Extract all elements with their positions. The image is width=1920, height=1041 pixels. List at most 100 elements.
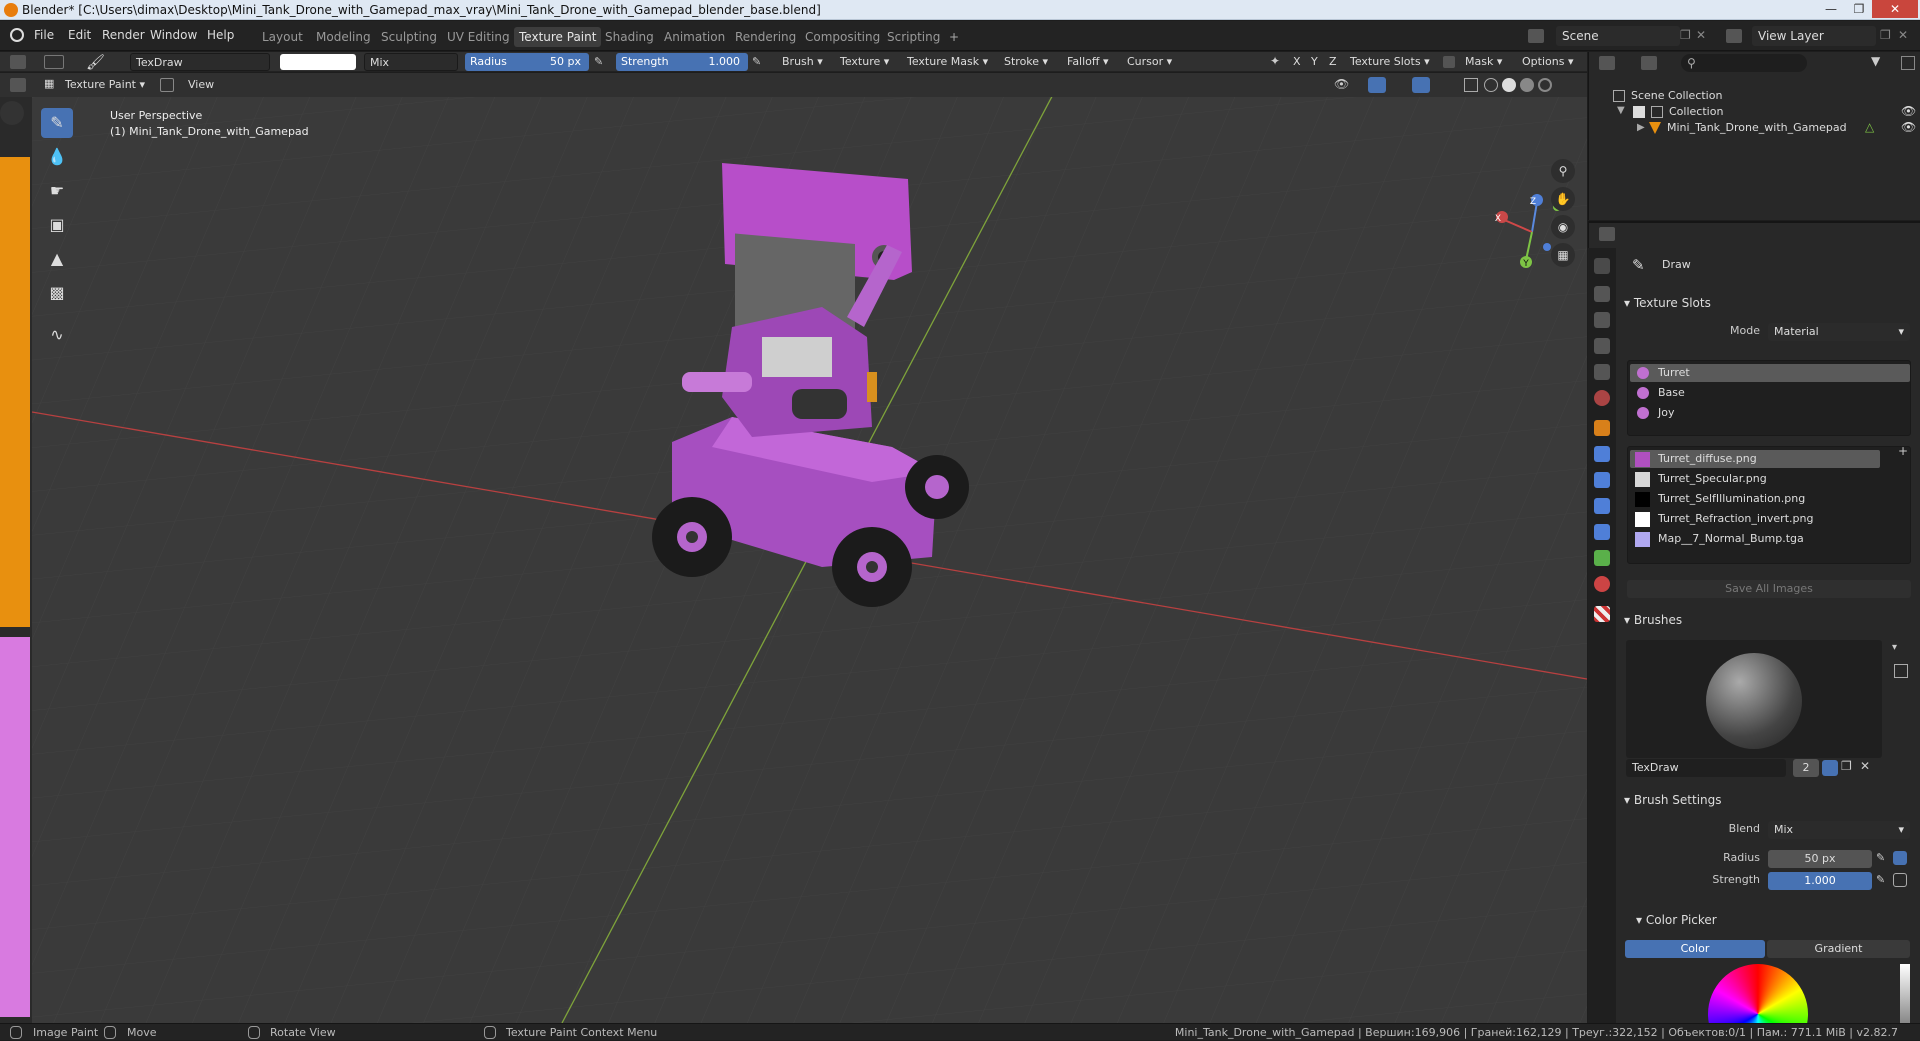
mirror-z-toggle[interactable]: Z [1324,53,1342,71]
uv-editor-strip[interactable] [0,97,32,1023]
menu-render[interactable]: Render [102,28,145,42]
tab-rendering[interactable]: Rendering [730,27,801,47]
render-tab-icon[interactable] [1594,286,1610,302]
falloff-menu[interactable]: Falloff ▾ [1062,53,1114,71]
modifiers-tab-icon[interactable] [1594,446,1610,462]
constraints-tab-icon[interactable] [1594,524,1610,540]
scene-icon[interactable] [1528,29,1544,43]
physics-tab-icon[interactable] [1594,498,1610,514]
strength-unit-icon[interactable] [1893,873,1907,887]
image-slot-row[interactable]: Map__7_Normal_Bump.tga [1630,530,1880,548]
brush-image-icon[interactable] [1894,664,1908,678]
add-texture-icon[interactable]: + [1898,444,1908,458]
outliner-type-icon[interactable] [1599,56,1615,70]
gradient-tab[interactable]: Gradient [1767,940,1910,958]
blend-dropdown-field[interactable]: Mix ▾ [1768,821,1910,839]
mode-dropdown-field[interactable]: Material ▾ [1768,323,1910,341]
mirror-y-toggle[interactable]: Y [1306,53,1323,71]
overlays-toggle-icon[interactable] [1412,77,1430,93]
add-workspace-icon[interactable]: + [944,27,964,47]
view-menu[interactable]: View [183,76,219,94]
fill-tool-icon[interactable]: ▲ [41,244,73,274]
mesh-data-icon[interactable]: △ [1865,120,1874,134]
cursor-menu[interactable]: Cursor ▾ [1122,53,1177,71]
uv-editor-icon[interactable] [10,78,26,92]
object-expand-icon[interactable]: ▶ [1637,122,1645,133]
texture-slots-panel-header[interactable]: ▾ Texture Slots [1624,293,1711,313]
texture-menu[interactable]: Texture ▾ [835,53,894,71]
tab-modeling[interactable]: Modeling [311,27,376,47]
wireframe-shading-icon[interactable] [1484,78,1498,92]
duplicate-brush-icon[interactable]: ❐ [1841,759,1852,773]
solid-shading-icon[interactable] [1502,78,1516,92]
mask-menu[interactable]: Mask ▾ [1460,53,1507,71]
mask-tool-icon[interactable]: ▩ [41,278,73,308]
scene-remove-icon[interactable]: ✕ [1696,28,1706,42]
view-layer-field[interactable]: View Layer [1752,26,1876,46]
tool-settings-icon[interactable] [44,55,64,69]
scene-new-icon[interactable]: ❐ [1680,28,1691,42]
editor-type-icon[interactable] [10,55,26,69]
object-visibility-icon[interactable]: 👁 [1901,120,1916,134]
world-tab-icon[interactable] [1594,390,1610,406]
symmetry-icon[interactable]: ✦ [1270,54,1280,68]
scene-collection-label[interactable]: Scene Collection [1631,89,1722,102]
brush-color-swatch[interactable] [280,54,356,70]
xray-toggle-icon[interactable] [1464,78,1478,92]
strength-field[interactable]: 1.000 [1768,872,1872,890]
particles-tab-icon[interactable] [1594,472,1610,488]
gizmo-toggle-icon[interactable] [1368,77,1386,93]
scene-tab-icon[interactable] [1594,364,1610,380]
tab-compositing[interactable]: Compositing [800,27,885,47]
soften-tool-icon[interactable]: 💧 [41,142,73,172]
brush-expand-icon[interactable]: ▾ [1892,642,1897,653]
tab-sculpting[interactable]: Sculpting [376,27,442,47]
brush-menu[interactable]: Brush ▾ [777,53,828,71]
texture-mask-menu[interactable]: Texture Mask ▾ [902,53,993,71]
draw-tool-icon[interactable]: ✎ [41,108,73,138]
view-layer-remove-icon[interactable]: ✕ [1898,28,1908,42]
close-icon[interactable]: ✕ [1872,0,1918,18]
radius-field[interactable]: 50 px [1768,850,1872,868]
blender-menu-icon[interactable] [10,28,24,42]
image-slot-row[interactable]: Turret_SelfIllumination.png [1630,490,1880,508]
options-menu[interactable]: Options ▾ [1517,53,1578,71]
tab-texture-paint[interactable]: Texture Paint [514,27,602,47]
display-mode-icon[interactable] [1641,56,1657,70]
material-tab-icon[interactable] [1594,576,1610,592]
tab-layout[interactable]: Layout [257,27,308,47]
image-slot-row[interactable]: Turret_Specular.png [1630,470,1880,488]
zoom-icon[interactable]: ⚲ [1551,159,1575,183]
brush-users-count[interactable]: 2 [1793,759,1819,777]
material-slot-base[interactable]: Base [1630,384,1910,402]
output-tab-icon[interactable] [1594,312,1610,328]
outliner-search-input[interactable]: ⚲ [1681,54,1807,72]
menu-file[interactable]: File [34,28,54,42]
maximize-icon[interactable]: ❐ [1846,0,1872,18]
scene-field[interactable]: Scene [1556,26,1680,46]
image-slot-row[interactable]: Turret_Refraction_invert.png [1630,510,1880,528]
texture-slots-menu[interactable]: Texture Slots ▾ [1345,53,1435,71]
pan-hand-icon[interactable]: ✋ [1551,187,1575,211]
tab-uv-editing[interactable]: UV Editing [442,27,515,47]
object-tab-icon[interactable] [1594,420,1610,436]
brush-preview-box[interactable] [1626,640,1882,758]
material-slot-turret[interactable]: Turret [1630,364,1910,382]
data-tab-icon[interactable] [1594,550,1610,566]
brushes-panel-header[interactable]: ▾ Brushes [1624,610,1682,630]
tool-tab-icon[interactable] [1594,258,1610,274]
blend-dropdown[interactable]: Mix [364,53,458,71]
collection-checkbox[interactable] [1633,106,1645,118]
object-label[interactable]: Mini_Tank_Drone_with_Gamepad [1667,121,1847,134]
material-shading-icon[interactable] [1520,78,1534,92]
brush-name-input[interactable]: TexDraw [1626,759,1786,777]
collection-expand-icon[interactable]: ▼ [1617,105,1625,116]
view-layer-icon[interactable] [1726,29,1742,43]
tab-shading[interactable]: Shading [600,27,659,47]
radius-pressure-toggle-icon[interactable]: ✎ [1876,851,1885,864]
save-all-images-button[interactable]: Save All Images [1627,580,1911,598]
mask-checkbox[interactable] [1443,56,1455,68]
strength-slider[interactable]: Strength 1.000 [616,53,748,71]
properties-type-icon[interactable] [1599,227,1615,241]
value-slider[interactable] [1900,964,1910,1023]
